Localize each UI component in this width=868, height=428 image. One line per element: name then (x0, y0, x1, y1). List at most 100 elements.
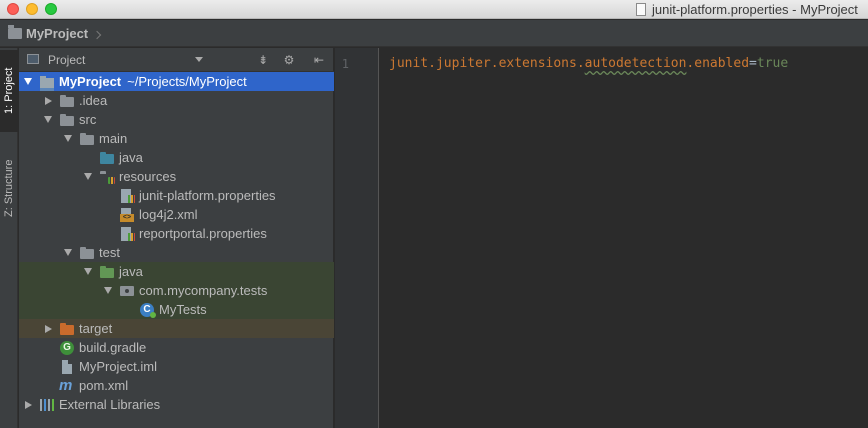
project-view-icon (27, 54, 39, 64)
hide-panel-icon[interactable]: ⇤ (311, 52, 327, 68)
tree-item-label: pom.xml (79, 378, 129, 393)
tree-item-label: com.mycompany.tests (139, 283, 268, 298)
property-key-suffix: .enabled (686, 56, 750, 71)
expand-arrow-icon[interactable] (43, 116, 53, 123)
libraries-icon (39, 398, 55, 412)
document-icon (636, 3, 646, 16)
excluded-folder-icon (59, 322, 75, 336)
folder-icon (79, 246, 95, 260)
tree-item-package[interactable]: com.mycompany.tests (19, 281, 334, 300)
gradle-file-icon (59, 340, 75, 355)
tree-item-external-libraries[interactable]: External Libraries (19, 395, 334, 414)
expand-arrow-icon[interactable] (63, 135, 73, 142)
resources-folder-icon (99, 170, 115, 184)
breadcrumb-project[interactable]: MyProject (26, 26, 88, 41)
tree-item-path: ~/Projects/MyProject (127, 74, 247, 89)
breadcrumb[interactable]: MyProject (8, 25, 102, 41)
collapse-arrow-icon[interactable] (43, 97, 53, 105)
collapse-arrow-icon[interactable] (23, 401, 33, 409)
property-key-prefix: junit.jupiter.extensions. (389, 56, 585, 71)
line-number: 1 (341, 57, 349, 71)
project-panel: Project ⇟ ⚙ ⇤ MyProject ~/Projects/MyPro… (19, 48, 334, 428)
tab-structure[interactable]: Z: Structure (0, 138, 18, 238)
tree-item-label: src (79, 112, 97, 127)
chevron-down-icon[interactable] (195, 57, 203, 62)
tree-item-label: log4j2.xml (139, 207, 198, 222)
tree-item-label: External Libraries (59, 397, 161, 412)
tree-item-java-test[interactable]: java (19, 262, 334, 281)
test-source-folder-icon (99, 265, 115, 279)
tree-item-reportportal-properties[interactable]: reportportal.properties (19, 224, 334, 243)
project-tree: MyProject ~/Projects/MyProject .idea src… (19, 72, 334, 414)
window-title: junit-platform.properties - MyProject (636, 2, 858, 17)
property-value: true (756, 56, 789, 71)
package-icon (119, 284, 135, 298)
tree-item-label: main (99, 131, 128, 146)
tree-item-label: MyProject.iml (79, 359, 158, 374)
navigation-bar: MyProject (0, 20, 868, 47)
tree-item-pom-xml[interactable]: pom.xml (19, 376, 334, 395)
property-key-typo-word: autodetection (584, 56, 687, 71)
gear-icon[interactable]: ⚙ (281, 52, 297, 68)
collapse-arrow-icon[interactable] (43, 325, 53, 333)
close-window-button[interactable] (7, 3, 19, 15)
tree-item-idea[interactable]: .idea (19, 91, 334, 110)
tree-item-build-gradle[interactable]: build.gradle (19, 338, 334, 357)
code-line[interactable]: junit.jupiter.extensions.autodetection.e… (389, 56, 788, 71)
tree-item-label: test (99, 245, 120, 260)
tree-item-test[interactable]: test (19, 243, 334, 262)
equals-sign: = (749, 56, 757, 71)
project-view-title[interactable]: Project (48, 53, 85, 67)
tree-item-label: java (119, 264, 143, 279)
folder-icon (79, 132, 95, 146)
tab-structure-label: Z: Structure (3, 159, 15, 217)
collapse-all-icon[interactable]: ⇟ (255, 52, 271, 68)
window-title-text: junit-platform.properties - MyProject (652, 2, 858, 17)
tab-project-label: 1: Project (3, 67, 15, 115)
tree-item-label: build.gradle (79, 340, 147, 355)
tree-item-mytests[interactable]: MyTests (19, 300, 334, 319)
tool-window-strip: 1: Project Z: Structure (0, 48, 18, 428)
tree-item-myproject-iml[interactable]: MyProject.iml (19, 357, 334, 376)
properties-file-icon (119, 188, 135, 203)
expand-arrow-icon[interactable] (83, 268, 93, 275)
editor-gutter: 1 (335, 48, 379, 428)
tree-item-label: resources (119, 169, 177, 184)
iml-file-icon (59, 359, 75, 374)
tree-item-label: java (119, 150, 143, 165)
folder-icon (59, 113, 75, 127)
properties-file-icon (119, 226, 135, 241)
source-folder-icon (99, 151, 115, 165)
tree-item-label: MyTests (159, 302, 207, 317)
project-folder-icon (39, 75, 55, 91)
tree-item-junit-platform-properties[interactable]: junit-platform.properties (19, 186, 334, 205)
expand-arrow-icon[interactable] (23, 78, 33, 85)
tree-item-label: junit-platform.properties (139, 188, 276, 203)
tree-item-resources[interactable]: resources (19, 167, 334, 186)
xml-file-icon (119, 207, 135, 222)
maven-file-icon (59, 377, 75, 394)
tab-project[interactable]: 1: Project (0, 50, 18, 132)
tree-item-java-main[interactable]: java (19, 148, 334, 167)
project-panel-header: Project ⇟ ⚙ ⇤ (19, 48, 334, 72)
zoom-window-button[interactable] (45, 3, 57, 15)
chevron-right-icon (92, 30, 102, 40)
folder-icon (59, 94, 75, 108)
folder-icon (8, 25, 22, 39)
tree-item-label: target (79, 321, 113, 336)
tree-item-label: MyProject (59, 74, 122, 89)
editor[interactable]: 1 junit.jupiter.extensions.autodetection… (335, 48, 868, 428)
class-icon (139, 302, 156, 318)
minimize-window-button[interactable] (26, 3, 38, 15)
tree-item-label: .idea (79, 93, 108, 108)
tree-item-myproject[interactable]: MyProject ~/Projects/MyProject (19, 72, 334, 91)
title-bar: junit-platform.properties - MyProject (0, 0, 868, 19)
tree-item-target[interactable]: target (19, 319, 334, 338)
expand-arrow-icon[interactable] (63, 249, 73, 256)
expand-arrow-icon[interactable] (83, 173, 93, 180)
tree-item-label: reportportal.properties (139, 226, 267, 241)
tree-item-src[interactable]: src (19, 110, 334, 129)
tree-item-log4j2-xml[interactable]: log4j2.xml (19, 205, 334, 224)
expand-arrow-icon[interactable] (103, 287, 113, 294)
tree-item-main[interactable]: main (19, 129, 334, 148)
